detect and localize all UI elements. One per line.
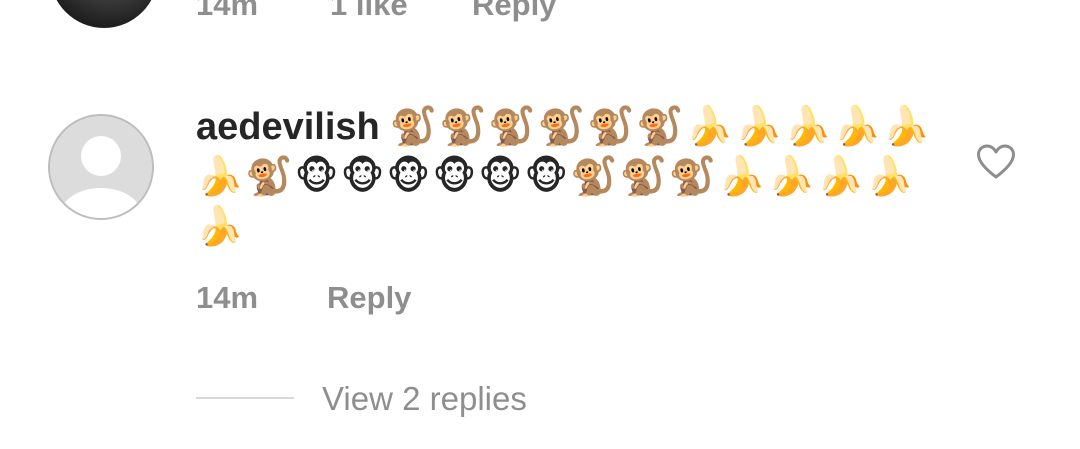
- heart-outline-icon: [977, 144, 1015, 179]
- replies-divider: [196, 397, 294, 399]
- commenter-avatar[interactable]: [48, 114, 154, 220]
- like-button[interactable]: [976, 144, 1016, 180]
- comment-timestamp: 14m: [196, 280, 259, 315]
- previous-comment-avatar[interactable]: [50, 0, 158, 28]
- reply-button[interactable]: Reply: [327, 278, 411, 318]
- comment-username[interactable]: aedevilish: [196, 106, 380, 148]
- default-user-avatar-icon: [50, 116, 152, 218]
- previous-comment-likes[interactable]: 1 like: [330, 0, 408, 22]
- previous-comment-reply-button[interactable]: Reply: [472, 0, 556, 22]
- view-replies-button[interactable]: View 2 replies: [196, 378, 596, 420]
- comment-body: aedevilish 🐒🐒🐒🐒🐒🐒🍌🍌🍌🍌🍌🍌🐒🐵🐵🐵🐵🐵🐵🐒🐒🐒🍌🍌🍌🍌🍌: [196, 102, 936, 252]
- previous-comment-timestamp: 14m: [196, 0, 259, 22]
- view-replies-label: View 2 replies: [322, 380, 527, 417]
- comments-screen: 14m 1 like Reply aedevilish 🐒🐒🐒🐒🐒🐒🍌🍌🍌🍌🍌🍌🐒…: [0, 0, 1080, 449]
